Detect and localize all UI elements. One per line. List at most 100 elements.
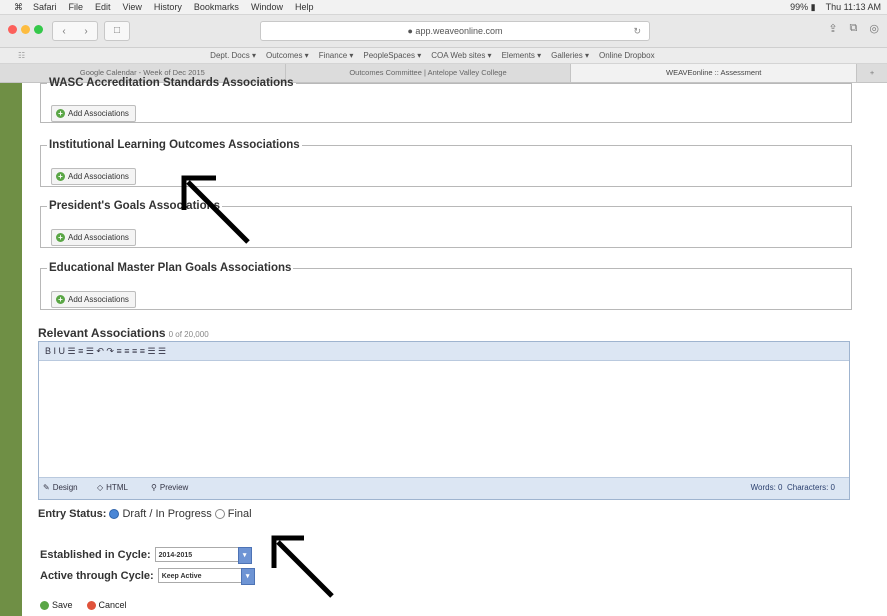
plus-icon: + xyxy=(56,172,65,181)
emp-goals-section: Educational Master Plan Goals Associatio… xyxy=(40,262,852,310)
back-forward-buttons[interactable]: ‹ › xyxy=(52,21,98,41)
word-char-counts: Words: 0 Characters: 0 xyxy=(751,483,835,492)
save-button[interactable]: Save xyxy=(40,600,73,610)
cancel-label: Cancel xyxy=(98,600,127,610)
bookmark-item[interactable]: Online Dropbox xyxy=(599,51,655,60)
established-cycle-value: 2014-2015 xyxy=(158,552,193,559)
system-menubar: ⌘ Safari File Edit View History Bookmark… xyxy=(0,0,887,15)
extension-icon[interactable]: ◎ xyxy=(869,22,879,35)
section-legend: WASC Accreditation Standards Association… xyxy=(49,77,294,89)
active-cycle-select[interactable]: Keep Active ▾ xyxy=(157,568,255,585)
plus-icon: + xyxy=(56,295,65,304)
draft-radio[interactable] xyxy=(109,509,120,519)
active-cycle-row: Active through Cycle: Keep Active ▾ xyxy=(40,568,255,585)
address-bar[interactable]: ● app.weaveonline.com ↻ xyxy=(260,21,650,41)
editor-toolbar[interactable]: B I U ☰ ≡ ☰ ↶ ↷ ≡ ≡ ≡ ≡ ☰ ☰ xyxy=(39,342,849,361)
add-associations-button[interactable]: + Add Associations xyxy=(51,105,136,122)
battery-status[interactable]: 99% ▮ xyxy=(790,2,815,13)
button-label: Add Associations xyxy=(68,109,129,118)
plus-icon: + xyxy=(56,109,65,118)
editor-footer: ✎ Design ◇ HTML ⚲ Preview Words: 0 Characte… xyxy=(39,477,849,499)
forward-icon[interactable]: › xyxy=(84,26,87,37)
dropdown-arrow-icon[interactable]: ▾ xyxy=(240,568,255,585)
preview-mode-tab[interactable]: ⚲ Preview xyxy=(151,483,188,492)
zoom-window-icon[interactable] xyxy=(34,25,43,34)
menu-edit[interactable]: Edit xyxy=(95,2,111,12)
mode-label: Design xyxy=(52,483,78,492)
editor-text-area[interactable] xyxy=(39,361,849,477)
established-cycle-select[interactable]: 2014-2015 ▾ xyxy=(154,547,252,564)
window-controls xyxy=(8,25,43,34)
word-count: Words: 0 xyxy=(750,483,783,492)
ilo-associations-section: Institutional Learning Outcomes Associat… xyxy=(40,139,852,187)
button-label: Add Associations xyxy=(68,295,129,304)
share-icon[interactable]: ⇪ xyxy=(828,22,837,35)
active-cycle-label: Active through Cycle: xyxy=(40,569,154,582)
close-window-icon[interactable] xyxy=(8,25,17,34)
mode-label: HTML xyxy=(106,483,128,492)
tabs-overview-icon[interactable]: ⧉ xyxy=(850,22,858,35)
cancel-button[interactable]: Cancel xyxy=(86,600,127,610)
bookmark-item[interactable]: Elements ▾ xyxy=(502,51,542,60)
menu-bookmarks[interactable]: Bookmarks xyxy=(194,2,239,12)
draft-option-label[interactable]: Draft / In Progress xyxy=(122,508,211,520)
new-tab-icon[interactable]: + xyxy=(857,64,887,82)
page-gutter xyxy=(0,83,22,616)
menu-safari[interactable]: Safari xyxy=(33,2,57,12)
entry-status-label: Entry Status: xyxy=(38,508,107,520)
apple-icon[interactable]: ⌘ xyxy=(14,2,23,13)
back-icon[interactable]: ‹ xyxy=(62,26,65,37)
bookmarks-grid-icon[interactable]: ☷ xyxy=(18,51,25,60)
final-radio[interactable] xyxy=(214,509,225,519)
sidebar-toggle-icon[interactable]: □ xyxy=(104,21,130,41)
menu-file[interactable]: File xyxy=(69,2,84,12)
bookmarks-bar: ☷ Dept. Docs ▾ Outcomes ▾ Finance ▾ Peop… xyxy=(0,48,887,64)
rich-text-editor: B I U ☰ ≡ ☰ ↶ ↷ ≡ ≡ ≡ ≡ ☰ ☰ ✎ Design ◇ HTM… xyxy=(38,341,850,500)
relevant-title: Relevant Associations xyxy=(38,326,166,340)
bookmark-item[interactable]: Outcomes ▾ xyxy=(266,51,309,60)
established-cycle-row: Established in Cycle: 2014-2015 ▾ xyxy=(40,547,252,564)
toolbar-icons: ⇪ ⧉ ◎ xyxy=(828,22,879,35)
final-option-label[interactable]: Final xyxy=(228,508,252,520)
bookmark-item[interactable]: COA Web sites ▾ xyxy=(431,51,491,60)
reload-icon[interactable]: ↻ xyxy=(633,22,641,40)
active-cycle-value: Keep Active xyxy=(161,573,202,580)
button-label: Add Associations xyxy=(68,233,129,242)
add-associations-button[interactable]: + Add Associations xyxy=(51,291,136,308)
established-cycle-label: Established in Cycle: xyxy=(40,548,151,561)
code-icon: ◇ xyxy=(97,483,104,492)
clock[interactable]: Thu 11:13 AM xyxy=(826,2,881,12)
pencil-icon: ✎ xyxy=(43,483,50,492)
character-count: Characters: 0 xyxy=(786,483,835,492)
char-limit-count: 0 of 20,000 xyxy=(168,330,209,339)
relevant-associations-label: Relevant Associations 0 of 20,000 xyxy=(38,326,209,340)
menu-help[interactable]: Help xyxy=(295,2,314,12)
form-actions: Save Cancel xyxy=(40,600,127,610)
formatting-toolbar-icons[interactable]: B I U ☰ ≡ ☰ ↶ ↷ ≡ ≡ ≡ ≡ ☰ ☰ xyxy=(45,346,166,357)
add-associations-button[interactable]: + Add Associations xyxy=(51,229,136,246)
save-label: Save xyxy=(52,600,73,610)
section-legend: Educational Master Plan Goals Associatio… xyxy=(49,262,292,274)
minimize-window-icon[interactable] xyxy=(21,25,30,34)
save-icon xyxy=(40,600,49,610)
button-label: Add Associations xyxy=(68,172,129,181)
cancel-icon xyxy=(86,600,96,610)
bookmark-item[interactable]: Finance ▾ xyxy=(319,51,354,60)
add-associations-button[interactable]: + Add Associations xyxy=(51,168,136,185)
entry-status-row: Entry Status: Draft / In Progress Final xyxy=(38,508,252,520)
bookmark-item[interactable]: Galleries ▾ xyxy=(551,51,589,60)
url-text: ● app.weaveonline.com xyxy=(407,26,503,36)
bookmark-item[interactable]: PeopleSpaces ▾ xyxy=(363,51,421,60)
html-mode-tab[interactable]: ◇ HTML xyxy=(97,483,128,492)
browser-toolbar: ‹ › □ ● app.weaveonline.com ↻ ⇪ ⧉ ◎ xyxy=(0,15,887,48)
page-content: WASC Accreditation Standards Association… xyxy=(0,77,887,616)
menu-history[interactable]: History xyxy=(154,2,182,12)
dropdown-arrow-icon[interactable]: ▾ xyxy=(237,547,252,564)
wasc-associations-section: WASC Accreditation Standards Association… xyxy=(40,77,852,123)
design-mode-tab[interactable]: ✎ Design xyxy=(43,483,78,492)
menu-view[interactable]: View xyxy=(123,2,142,12)
plus-icon: + xyxy=(56,233,65,242)
bookmark-item[interactable]: Dept. Docs ▾ xyxy=(210,51,256,60)
presidents-goals-section: President's Goals Associations + Add Ass… xyxy=(40,200,852,248)
menu-window[interactable]: Window xyxy=(251,2,283,12)
